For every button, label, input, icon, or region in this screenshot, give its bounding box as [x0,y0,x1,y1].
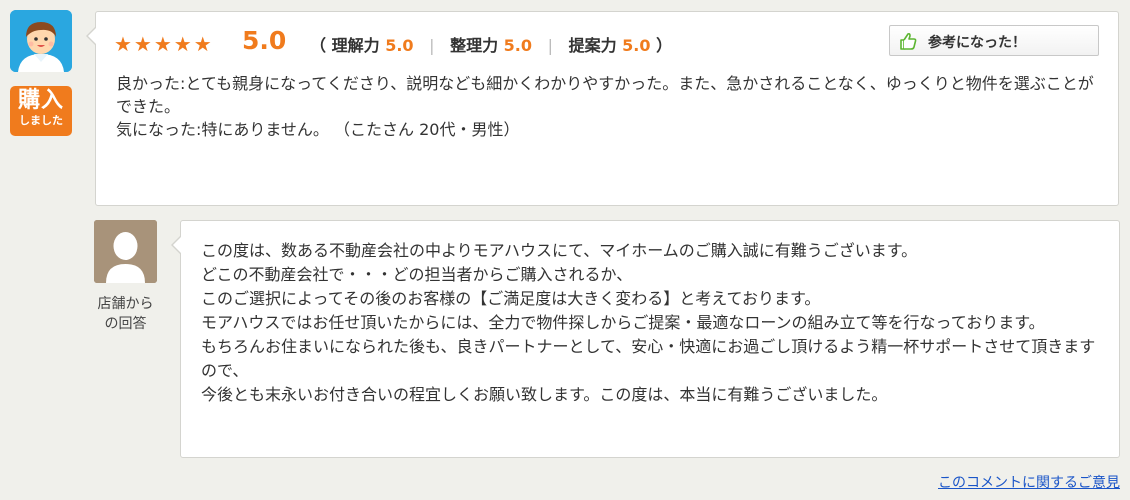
thumbs-up-icon [900,32,917,50]
shop-reply-line: このご選択によってその後のお客様の【ご満足度は大きく変わる】と考えております。 [201,289,821,308]
user-avatar-icon [10,10,72,72]
user-avatar [10,10,72,72]
shop-reply-line: 今後とも末永いお付き合いの程宜しくお願い致します。この度は、本当に有難うございま… [201,385,888,404]
subscore-list: （ 理解力 5.0 | 整理力 5.0 | 提案力 5.0 ） [310,32,672,56]
helpful-button-label: 参考になった！ [928,35,1026,51]
shop-reply-text: この度は、数ある不動産会社の中よりモアハウスにて、マイホームのご購入誠に有難うご… [201,239,1101,407]
subscore-separator: | [547,36,553,55]
subscore-open-paren: （ [310,36,327,55]
shop-reply-line: この度は、数ある不動産会社の中よりモアハウスにて、マイホームのご購入誠に有難うご… [201,241,918,260]
comment-feedback-link[interactable]: このコメントに関するご意見 [938,472,1120,492]
star-rating-icon: ★★★★★ [114,32,214,56]
shop-reply-line: もちろんお住まいになられた後も、良きパートナーとして、安心・快適にお過ごし頂ける… [201,337,1096,380]
subscore-label: 整理力 [450,36,499,55]
subscore-value: 5.0 [503,36,533,55]
shop-reply-pointer [171,235,182,255]
subscore-label: 提案力 [568,36,617,55]
shop-reply-line: モアハウスではお任せ頂いたからには、全力で物件探しからご提案・最適なローンの組み… [201,313,1045,332]
subscore-separator: | [429,36,435,55]
subscore-label: 理解力 [331,36,380,55]
purchased-badge-title: 購入 [17,88,64,113]
subscore-value: 5.0 [385,36,414,55]
review-good-text: 良かった:とても親身になってくださり、説明なども細かくわかりやすかった。また、急… [116,74,1094,116]
review-concern-text: 気になった:特にありません。 （こたさん 20代・男性） [116,120,520,139]
shop-avatar-icon [94,220,157,283]
shop-reply-label: 店舗から の回答 [88,294,163,334]
review-card-pointer [86,26,97,46]
purchased-badge: 購入 しました [10,86,72,136]
review-card: ★★★★★ 5.0 （ 理解力 5.0 | 整理力 5.0 | 提案力 5.0 … [86,11,1119,206]
purchased-badge-subtitle: しました [19,114,63,127]
shop-reply-label-line2: の回答 [104,316,147,332]
subscore-value: 5.0 [622,36,651,55]
review-text: 良かった:とても親身になってくださり、説明なども細かくわかりやすかった。また、急… [116,72,1106,141]
shop-reply-line: どこの不動産会社で・・・どの担当者からご購入されるか、 [201,265,633,284]
shop-reply-label-line1: 店舗から [97,296,154,312]
helpful-button[interactable]: 参考になった！ [889,25,1099,56]
overall-score: 5.0 [242,26,287,55]
shop-avatar [94,220,157,283]
shop-reply-card: この度は、数ある不動産会社の中よりモアハウスにて、マイホームのご購入誠に有難うご… [171,220,1120,458]
subscore-close-paren: ） [656,36,673,55]
